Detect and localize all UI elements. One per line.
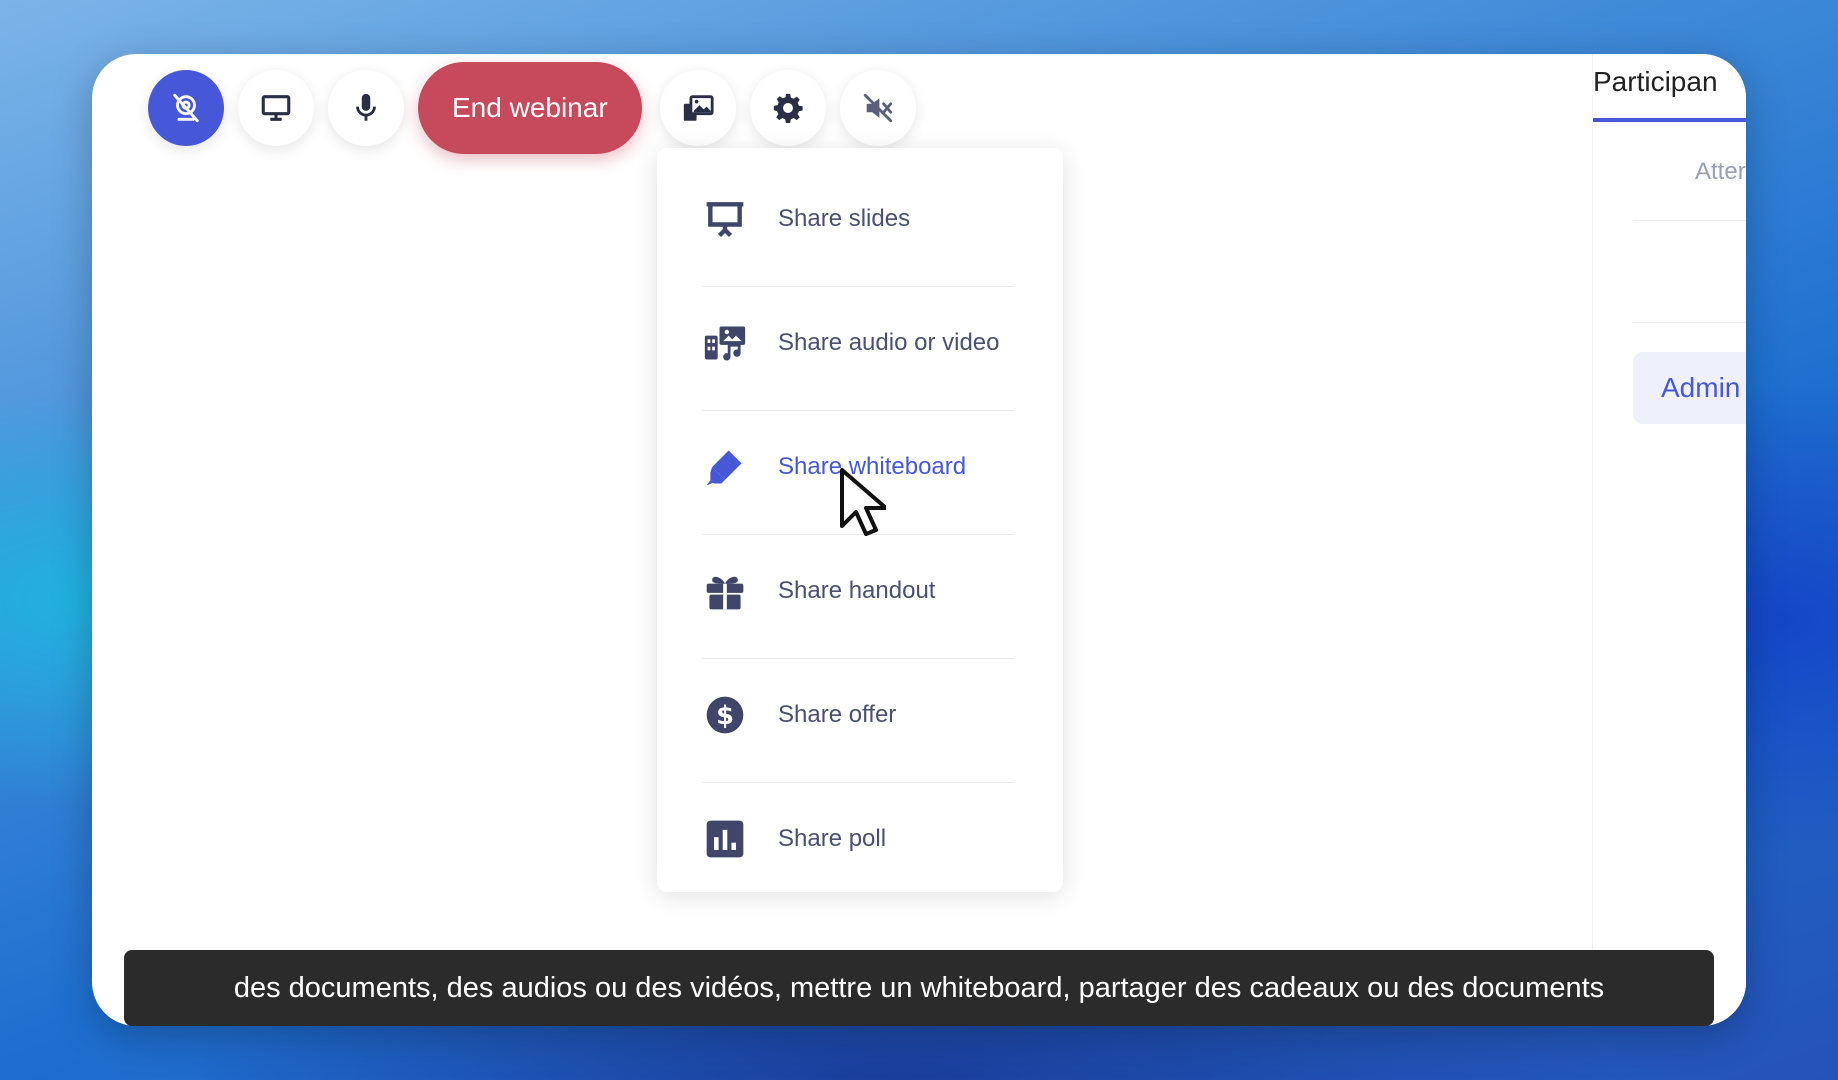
subtitle-caption: des documents, des audios ou des vidéos,…	[124, 950, 1714, 1026]
camera-toggle-button[interactable]	[148, 70, 224, 146]
poll-icon	[706, 820, 744, 857]
admin-badge[interactable]: Admin	[1633, 352, 1746, 424]
gift-icon	[706, 576, 744, 609]
gear-icon	[773, 93, 803, 124]
speaker-mute-icon	[863, 93, 892, 123]
menu-item-label: Share slides	[778, 204, 911, 232]
participants-panel: Participan Atter Admin	[1592, 54, 1746, 1026]
monitor-icon	[261, 95, 291, 121]
menu-item-share-audio-video[interactable]: Share audio or video	[702, 281, 1018, 404]
end-webinar-button[interactable]: End webinar	[418, 62, 642, 154]
menu-item-label: Share poll	[778, 824, 887, 852]
marker-icon	[706, 450, 742, 485]
panel-divider	[1633, 220, 1746, 221]
menu-item-label: Share handout	[778, 576, 936, 604]
camera-off-icon	[173, 93, 199, 123]
mouse-cursor-icon	[840, 468, 886, 536]
media-share-icon	[683, 95, 714, 121]
microphone-button[interactable]	[328, 70, 404, 146]
menu-item-share-handout[interactable]: Share handout	[702, 529, 1018, 652]
menu-item-share-offer[interactable]: $ Share offer	[702, 653, 1018, 776]
menu-item-share-slides[interactable]: Share slides	[702, 157, 1018, 280]
media-share-button[interactable]	[659, 70, 736, 146]
tab-participants[interactable]: Participan	[1593, 66, 1718, 98]
menu-item-label: Share audio or video	[778, 328, 1000, 356]
menu-item-label: Share offer	[778, 700, 897, 728]
microphone-icon	[356, 93, 376, 121]
menu-item-share-poll[interactable]: Share poll	[702, 777, 1018, 900]
audio-video-icon	[704, 326, 746, 360]
active-tab-indicator	[1593, 118, 1746, 122]
svg-text:$: $	[716, 701, 734, 731]
screen-share-button[interactable]	[238, 70, 314, 146]
dollar-icon: $	[706, 696, 744, 733]
control-toolbar: End webinar	[148, 62, 930, 154]
presentation-icon	[706, 201, 744, 237]
tab-attendees[interactable]: Atter	[1695, 158, 1746, 186]
settings-button[interactable]	[749, 70, 826, 146]
webinar-window: End webinar Share slides Share audio or …	[92, 54, 1746, 1026]
sound-toggle-button[interactable]	[839, 70, 916, 146]
panel-divider	[1633, 322, 1746, 323]
